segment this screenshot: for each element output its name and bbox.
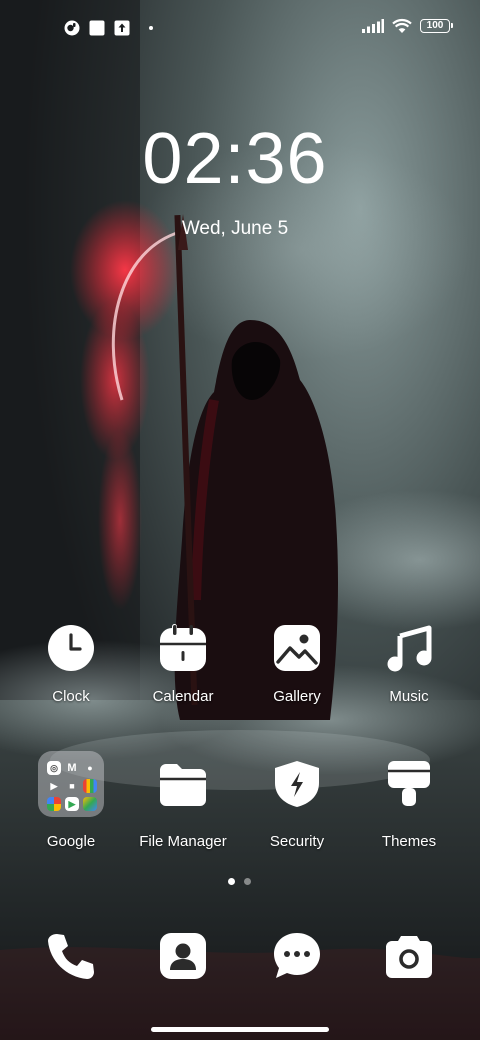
dock-contacts[interactable] — [127, 932, 239, 980]
app-clock[interactable]: Clock — [15, 624, 127, 705]
app-google-folder[interactable]: ◎ M ● ▶ ■ ▶ Google — [15, 751, 127, 850]
paint-brush-icon — [388, 761, 430, 806]
app-label: Security — [269, 833, 325, 850]
app-themes[interactable]: Themes — [353, 760, 465, 850]
app-file-manager[interactable]: File Manager — [127, 760, 239, 850]
battery-level: 100 — [426, 20, 444, 31]
wifi-icon — [392, 18, 412, 33]
app-label: Google — [46, 833, 96, 850]
calendar-icon — [160, 624, 206, 671]
camera-icon — [386, 936, 432, 978]
youtube-icon: ▶ — [50, 780, 58, 791]
meet-icon: ■ — [69, 781, 75, 791]
page-dot-active[interactable] — [228, 878, 235, 885]
square-notification-icon — [89, 20, 105, 36]
home-indicator-bar[interactable] — [151, 1027, 329, 1032]
app-gallery[interactable]: Gallery — [241, 624, 353, 705]
clock-time[interactable]: 02:36 — [0, 118, 470, 200]
messages-icon — [274, 933, 320, 978]
battery-icon: 100 — [420, 19, 453, 33]
status-bar: 100 — [0, 0, 480, 56]
photos-icon — [47, 797, 61, 811]
dock-phone[interactable] — [15, 932, 127, 980]
page-dot[interactable] — [244, 878, 251, 885]
dot-icon — [149, 26, 153, 30]
app-security[interactable]: Security — [241, 760, 353, 850]
contacts-icon — [160, 933, 206, 979]
signal-icon — [362, 19, 384, 33]
app-music[interactable]: Music — [353, 624, 465, 705]
app-label: File Manager — [139, 833, 227, 850]
music-icon — [387, 625, 432, 672]
app-label: Music — [389, 688, 429, 705]
maps-icon: ● — [87, 763, 93, 773]
app-label: Clock — [52, 688, 90, 705]
app-label: Gallery — [273, 688, 321, 705]
play-store-icon — [83, 797, 97, 811]
dock-camera[interactable] — [353, 932, 465, 980]
gallery-icon — [274, 625, 320, 671]
google-folder-icon: ◎ M ● ▶ ■ ▶ — [38, 751, 104, 817]
gmail-icon: M — [67, 762, 77, 774]
clock-icon — [48, 625, 94, 671]
app-calendar[interactable]: Calendar — [127, 624, 239, 705]
dock-messages[interactable] — [241, 932, 353, 980]
app-label: Themes — [381, 833, 437, 850]
shield-icon — [275, 761, 319, 807]
page-indicator[interactable] — [228, 878, 251, 885]
app-label: Calendar — [152, 688, 214, 705]
clock-date[interactable]: Wed, June 5 — [0, 218, 470, 240]
phone-icon — [48, 934, 94, 979]
notification-app-icon — [64, 20, 80, 36]
upload-icon — [114, 20, 130, 36]
folder-icon — [160, 764, 206, 806]
tv-icon: ▶ — [65, 797, 79, 811]
chrome-icon: ◎ — [47, 761, 61, 775]
wallet-icon — [83, 779, 97, 793]
